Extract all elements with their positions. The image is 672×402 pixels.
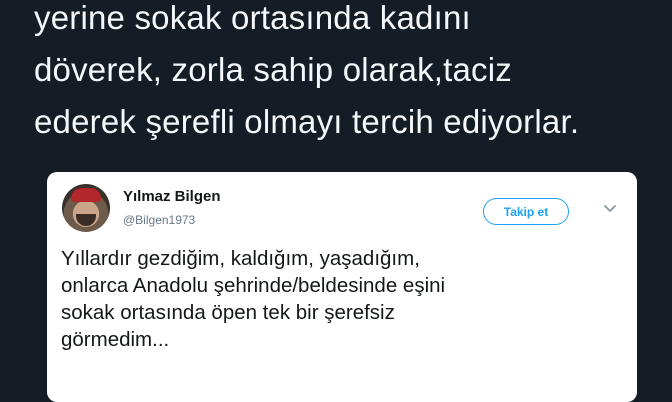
quoted-tweet-line: görmedim...: [61, 328, 170, 351]
quoted-tweet-card[interactable]: Yılmaz Bilgen @Bilgen1973 Takip et Yılla…: [47, 172, 637, 402]
outer-tweet-text: yerine sokak ortasında kadını döverek, z…: [34, 0, 654, 148]
quoted-tweet-line: Yıllardır gezdiğim, kaldığım, yaşadığım,: [61, 247, 420, 270]
quoted-tweet-text: Yıllardır gezdiğim, kaldığım, yaşadığım,…: [61, 245, 621, 353]
quoted-tweet-line: sokak ortasında öpen tek bir şerefsiz: [61, 301, 395, 324]
follow-button[interactable]: Takip et: [483, 198, 569, 225]
user-handle[interactable]: @Bilgen1973: [123, 213, 195, 227]
avatar[interactable]: [62, 184, 110, 232]
quoted-tweet-line: onlarca Anadolu şehrinde/beldesinde eşin…: [61, 274, 446, 297]
display-name[interactable]: Yılmaz Bilgen: [123, 188, 221, 205]
avatar-cap-detail: [71, 188, 101, 202]
chevron-down-icon[interactable]: [603, 201, 617, 215]
outer-tweet-line: yerine sokak ortasında kadını: [34, 0, 471, 36]
outer-tweet-line: ederek şerefli olmayı tercih ediyorlar.: [34, 103, 580, 140]
avatar-beard-detail: [76, 214, 96, 226]
outer-tweet-line: döverek, zorla sahip olarak,taciz: [34, 51, 512, 88]
